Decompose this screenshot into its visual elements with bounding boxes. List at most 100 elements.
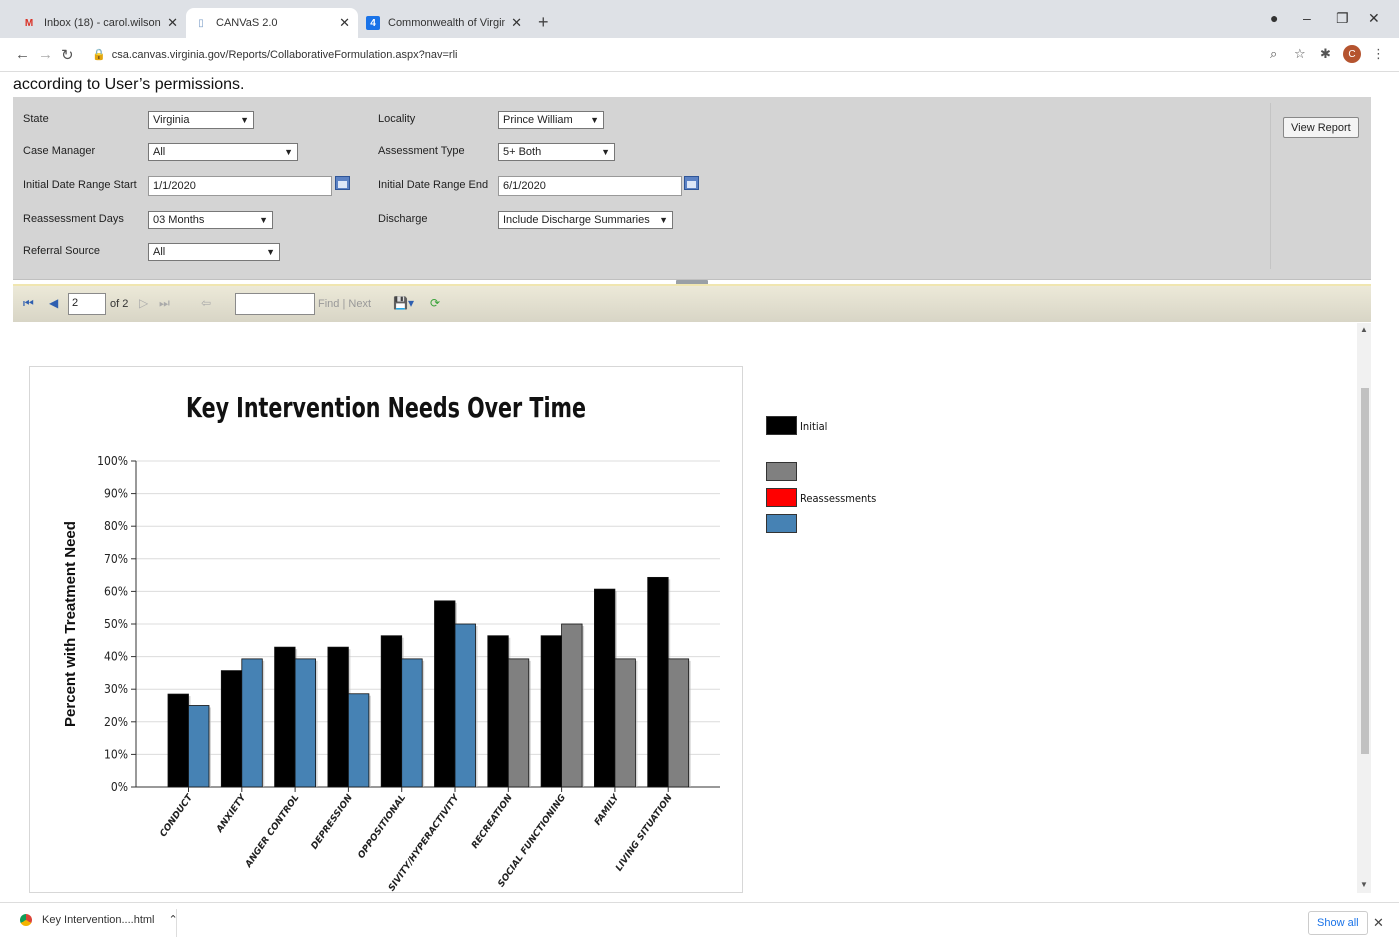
state-label: State [23, 113, 49, 125]
tab-inbox[interactable]: M Inbox (18) - carol.wilson@csa.virg ✕ [14, 8, 186, 38]
y-tick-label: 100% [97, 454, 128, 468]
find-separator: | [342, 298, 346, 310]
legend-swatch-blue [766, 514, 797, 533]
calendar-icon[interactable] [335, 176, 350, 190]
new-tab-button[interactable]: + [538, 12, 549, 33]
legend-swatch-reassessments [766, 488, 797, 507]
bar-second [614, 658, 636, 788]
legend-swatch-gray [766, 462, 797, 481]
scroll-thumb[interactable] [1361, 388, 1369, 754]
tab-title: CANVaS 2.0 [216, 17, 278, 29]
bar-second [401, 658, 423, 788]
report-parameters: State Virginia ▼ Locality Prince William ▼… [13, 97, 1371, 285]
panel-separator [1270, 103, 1271, 269]
scroll-up-icon[interactable]: ▲ [1360, 325, 1368, 334]
last-page-icon[interactable]: ⏭ [159, 296, 170, 311]
restore-button[interactable]: ❐ [1336, 10, 1349, 27]
bar-second [188, 705, 210, 788]
chevron-down-icon: ▼ [240, 115, 249, 125]
bar-second [561, 623, 583, 788]
chart-legend: Initial Reassessments [766, 416, 926, 536]
end-date-input[interactable]: 6/1/2020 [498, 176, 682, 196]
case-manager-label: Case Manager [23, 145, 96, 157]
case-manager-select[interactable]: All ▼ [148, 143, 298, 161]
download-item[interactable]: Key Intervention....html ⌃ [20, 913, 178, 926]
page-number-input[interactable]: 2 [68, 293, 106, 315]
bar-second [347, 693, 370, 788]
x-tick-label: ANXIETY [214, 792, 249, 835]
bar-initial [327, 646, 349, 788]
scroll-down-icon[interactable]: ▼ [1360, 880, 1368, 889]
locality-select[interactable]: Prince William ▼ [498, 111, 604, 129]
case-manager-value: All [153, 146, 166, 158]
calendar-icon[interactable] [684, 176, 699, 190]
back-button[interactable]: ← [15, 46, 30, 63]
close-icon[interactable]: ✕ [1373, 915, 1384, 931]
y-tick-label: 30% [104, 682, 128, 696]
bookmark-star-icon[interactable]: ☆ [1294, 46, 1306, 62]
chart-frame: Key Intervention Needs Over Time Percent … [29, 366, 743, 893]
reassessment-days-select[interactable]: 03 Months ▼ [148, 211, 273, 229]
tab-title: Commonwealth of Virginia - Cale [388, 17, 506, 29]
discharge-label: Discharge [378, 213, 428, 225]
first-page-icon[interactable]: ⏮ [23, 296, 34, 311]
referral-source-value: All [153, 246, 166, 258]
bar-initial [274, 646, 296, 788]
report-scrollbar[interactable]: ▲ ▼ [1357, 323, 1371, 893]
previous-page-icon[interactable]: ◀ [49, 296, 58, 310]
next-link[interactable]: Next [348, 298, 371, 310]
page-icon: ▯ [198, 17, 204, 29]
export-save-icon[interactable]: 💾▾ [393, 296, 414, 310]
referral-source-label: Referral Source [23, 245, 101, 257]
referral-source-select[interactable]: All ▼ [148, 243, 280, 261]
intro-text: according to User’s permissions. [13, 76, 245, 93]
chart-title: Key Intervention Needs Over Time [186, 391, 586, 424]
extensions-icon[interactable]: ✱ [1320, 46, 1331, 62]
menu-icon[interactable]: ⋮ [1372, 46, 1385, 62]
avatar[interactable]: C [1343, 45, 1361, 63]
y-tick-label: 40% [104, 650, 128, 664]
chevron-down-icon: ▼ [590, 115, 599, 125]
lock-icon: 🔒 [92, 49, 106, 61]
minimize-button[interactable]: – [1303, 10, 1311, 26]
url-field[interactable]: 🔒 csa.canvas.virginia.gov/Reports/Collabo… [92, 48, 457, 61]
chevron-down-icon: ▼ [659, 215, 668, 225]
bar-initial [594, 588, 616, 788]
forward-button[interactable]: → [38, 46, 53, 63]
show-all-button[interactable]: Show all [1308, 911, 1368, 935]
x-tick-label: DEPRESSION [310, 793, 355, 852]
y-tick-label: 90% [104, 487, 128, 501]
report-toolbar: ⏮ ◀ 2 of 2 ▷ ⏭ ⇦ Find | Next 💾▾ ⟳ [13, 284, 1371, 322]
assessment-type-select[interactable]: 5+ Both ▼ [498, 143, 615, 161]
find-link[interactable]: Find [318, 298, 339, 310]
back-to-parent-icon[interactable]: ⇦ [201, 296, 211, 310]
y-tick-label: 80% [104, 519, 128, 533]
find-input[interactable] [235, 293, 315, 315]
start-date-input[interactable]: 1/1/2020 [148, 176, 332, 196]
y-tick-label: 10% [104, 747, 128, 761]
close-icon[interactable]: ✕ [339, 15, 350, 31]
tab-strip: M Inbox (18) - carol.wilson@csa.virg ✕ ▯… [0, 0, 1399, 38]
divider [176, 909, 177, 937]
next-page-icon[interactable]: ▷ [139, 296, 148, 310]
reassessment-days-label: Reassessment Days [23, 213, 124, 225]
bar-initial [487, 635, 509, 788]
profile-menu-icon[interactable]: ● [1270, 10, 1278, 26]
reload-button[interactable]: ↻ [61, 46, 74, 64]
assessment-type-label: Assessment Type [378, 145, 465, 157]
end-date-label: Initial Date Range End [378, 179, 489, 191]
y-tick-label: 0% [111, 780, 128, 794]
zoom-icon[interactable]: ⌕ [1270, 46, 1277, 62]
tab-calendar[interactable]: 4 Commonwealth of Virginia - Cale ✕ [358, 8, 530, 38]
close-window-button[interactable]: ✕ [1368, 10, 1380, 27]
close-icon[interactable]: ✕ [511, 15, 522, 31]
y-tick-label: 20% [104, 715, 128, 729]
x-tick-label: CONDUCT [158, 792, 195, 839]
view-report-button[interactable]: View Report [1283, 117, 1359, 138]
state-select[interactable]: Virginia ▼ [148, 111, 254, 129]
chrome-file-icon [20, 913, 32, 926]
refresh-icon[interactable]: ⟳ [430, 296, 440, 310]
close-icon[interactable]: ✕ [167, 15, 178, 31]
discharge-select[interactable]: Include Discharge Summaries ▼ [498, 211, 673, 229]
tab-canvas[interactable]: ▯ CANVaS 2.0 ✕ [186, 8, 358, 38]
